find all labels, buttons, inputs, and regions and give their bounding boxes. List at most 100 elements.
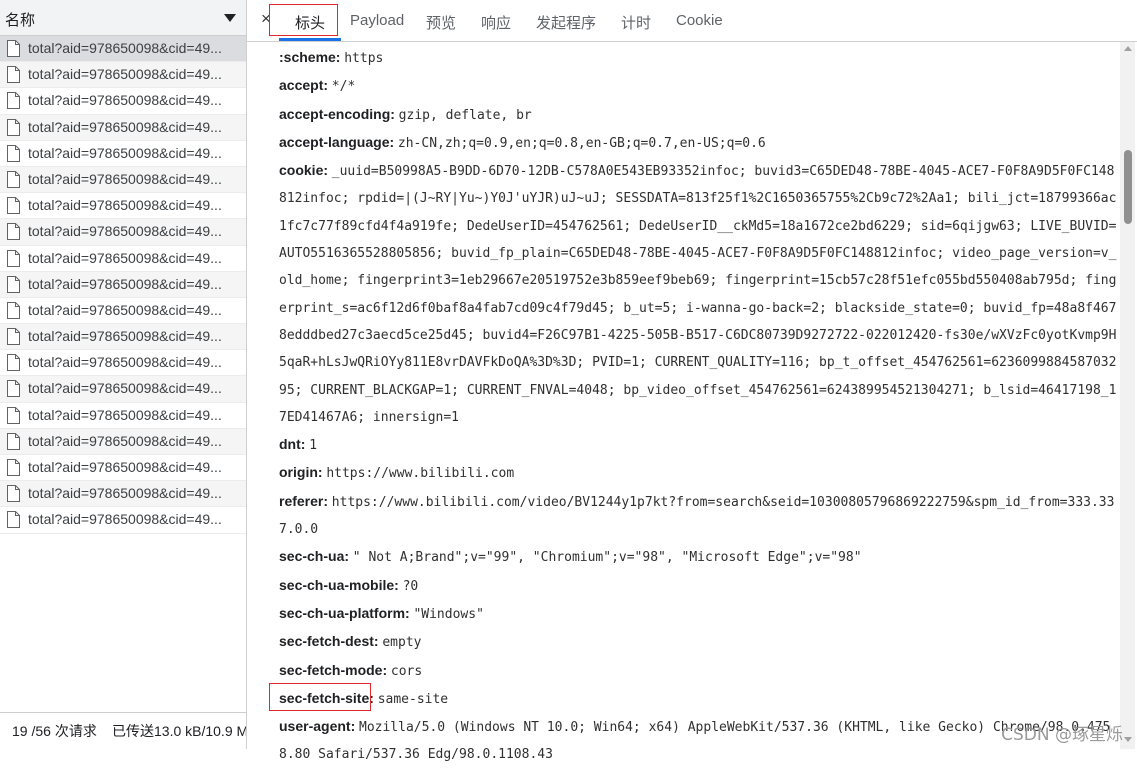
request-name: total?aid=978650098&cid=49... [28,459,222,475]
file-icon [7,92,20,110]
sort-down-icon[interactable] [224,14,236,22]
header-value: cors [390,663,423,679]
list-item[interactable]: total?aid=978650098&cid=49... [0,507,246,534]
vertical-scrollbar[interactable] [1120,42,1135,749]
tab-timing[interactable]: 计时 [621,12,651,33]
request-name: total?aid=978650098&cid=49... [28,485,222,502]
scroll-down-arrow-icon[interactable] [1124,737,1132,742]
file-icon [7,485,20,503]
header-value: empty [382,635,422,651]
file-icon [7,354,20,372]
header-value: ?0 [402,578,419,594]
request-headers-list: :scheme: https accept: */* accept-encoding… [279,44,1117,769]
list-item[interactable]: total?aid=978650098&cid=49... [0,324,246,351]
list-item[interactable]: total?aid=978650098&cid=49... [0,428,246,455]
list-item[interactable]: total?aid=978650098&cid=49... [0,455,246,482]
header-value: https [344,51,384,66]
request-name: total?aid=978650098&cid=49... [28,66,222,83]
list-item[interactable]: total?aid=978650098&cid=49... [0,114,246,141]
header-value: same-site [377,691,449,707]
request-list-panel: 名称 total?aid=978650098&cid=49... total?ai… [0,0,247,749]
list-item[interactable]: total?aid=978650098&cid=49... [0,193,246,220]
header-key: dnt: [279,436,306,453]
scroll-up-arrow-icon[interactable] [1124,46,1132,51]
header-row: accept-language: zh-CN,zh;q=0.9,en;q=0.8… [279,129,1117,157]
list-item[interactable]: total?aid=978650098&cid=49... [0,271,246,298]
list-item[interactable]: total?aid=978650098&cid=49... [0,219,246,246]
header-key: sec-ch-ua-mobile: [279,576,399,593]
file-icon [7,118,20,136]
scrollbar-thumb[interactable] [1124,150,1132,224]
header-key: referer: [279,492,329,509]
list-item[interactable]: total?aid=978650098&cid=49... [0,246,246,272]
header-key: sec-fetch-dest: [279,633,379,650]
request-name: total?aid=978650098&cid=49... [28,92,222,109]
list-item[interactable]: total?aid=978650098&cid=49... [0,298,246,325]
header-row: sec-ch-ua: " Not A;Brand";v="99", "Chrom… [279,543,1117,571]
list-item[interactable]: total?aid=978650098&cid=49... [0,350,246,377]
file-icon [7,301,20,319]
file-icon [7,144,20,162]
tab-response[interactable]: 响应 [481,12,511,33]
header-key: sec-ch-ua: [279,548,350,565]
tab-payload[interactable]: Payload [350,12,404,29]
header-row: origin: https://www.bilibili.com [279,459,1117,487]
list-item[interactable]: total?aid=978650098&cid=49... [0,166,246,194]
list-item[interactable]: total?aid=978650098&cid=49... [0,88,246,115]
list-item[interactable]: total?aid=978650098&cid=49... [0,62,246,89]
header-row: sec-fetch-mode: cors [279,657,1117,685]
list-item[interactable]: total?aid=978650098&cid=49... [0,481,246,508]
header-value: https://www.bilibili.com [326,466,515,482]
header-row: sec-fetch-site: same-site [279,685,1117,713]
file-icon [7,511,20,529]
list-item[interactable]: total?aid=978650098&cid=49... [0,36,246,63]
request-name: total?aid=978650098&cid=49... [28,170,222,187]
header-value: 1 [309,438,318,454]
request-name: total?aid=978650098&cid=49... [28,432,222,449]
header-value: Mozilla/5.0 (Windows NT 10.0; Win64; x64… [279,720,1111,763]
request-name: total?aid=978650098&cid=49... [28,511,222,528]
details-tab-bar: × 标头 Payload 预览 响应 发起程序 计时 Cookie [247,0,1137,42]
status-bar: 19 /56 次请求 已传送13.0 kB/10.9 M [0,712,246,749]
request-name: total?aid=978650098&cid=49... [28,328,222,345]
request-name: total?aid=978650098&cid=49... [28,354,222,371]
tab-preview[interactable]: 预览 [426,12,456,33]
request-details-panel: × 标头 Payload 预览 响应 发起程序 计时 Cookie :schem… [247,0,1137,762]
file-icon [7,40,20,57]
name-column-header[interactable]: 名称 [0,0,246,36]
header-value: _uuid=B50998A5-B9DD-6D70-12DB-C578A0E543… [279,164,1117,425]
transferred-size: 已传送13.0 kB/10.9 M [112,723,246,739]
header-value: */* [331,79,356,95]
list-item[interactable]: total?aid=978650098&cid=49... [0,141,246,167]
request-name: total?aid=978650098&cid=49... [28,223,222,240]
file-icon [7,170,20,188]
request-name: total?aid=978650098&cid=49... [28,275,222,292]
file-icon [7,66,20,84]
list-item[interactable]: total?aid=978650098&cid=49... [0,376,246,403]
header-value: zh-CN,zh;q=0.9,en;q=0.8,en-GB;q=0.7,en-U… [397,135,766,151]
file-icon [7,380,20,398]
file-icon [7,223,20,241]
header-key: cookie: [279,162,329,179]
header-key: accept: [279,77,329,94]
request-name: total?aid=978650098&cid=49... [28,118,222,135]
file-icon [7,406,20,424]
file-icon [7,275,20,293]
request-name: total?aid=978650098&cid=49... [28,40,222,56]
file-icon [7,432,20,450]
request-count: 19 /56 次请求 [12,723,97,739]
tab-cookie[interactable]: Cookie [676,12,723,29]
header-row: sec-ch-ua-mobile: ?0 [279,572,1117,600]
header-key: :scheme: [279,49,341,65]
file-icon [7,249,20,267]
header-row: accept-encoding: gzip, deflate, br [279,101,1117,129]
header-key: sec-ch-ua-platform: [279,604,410,621]
name-column-title: 名称 [5,12,36,29]
header-row: sec-fetch-dest: empty [279,628,1117,656]
file-icon [7,197,20,215]
list-item[interactable]: total?aid=978650098&cid=49... [0,403,246,429]
request-name: total?aid=978650098&cid=49... [28,249,222,266]
header-row: accept: */* [279,72,1117,100]
tab-initiator[interactable]: 发起程序 [536,12,596,33]
header-row: user-agent: Mozilla/5.0 (Windows NT 10.0… [279,713,1117,769]
